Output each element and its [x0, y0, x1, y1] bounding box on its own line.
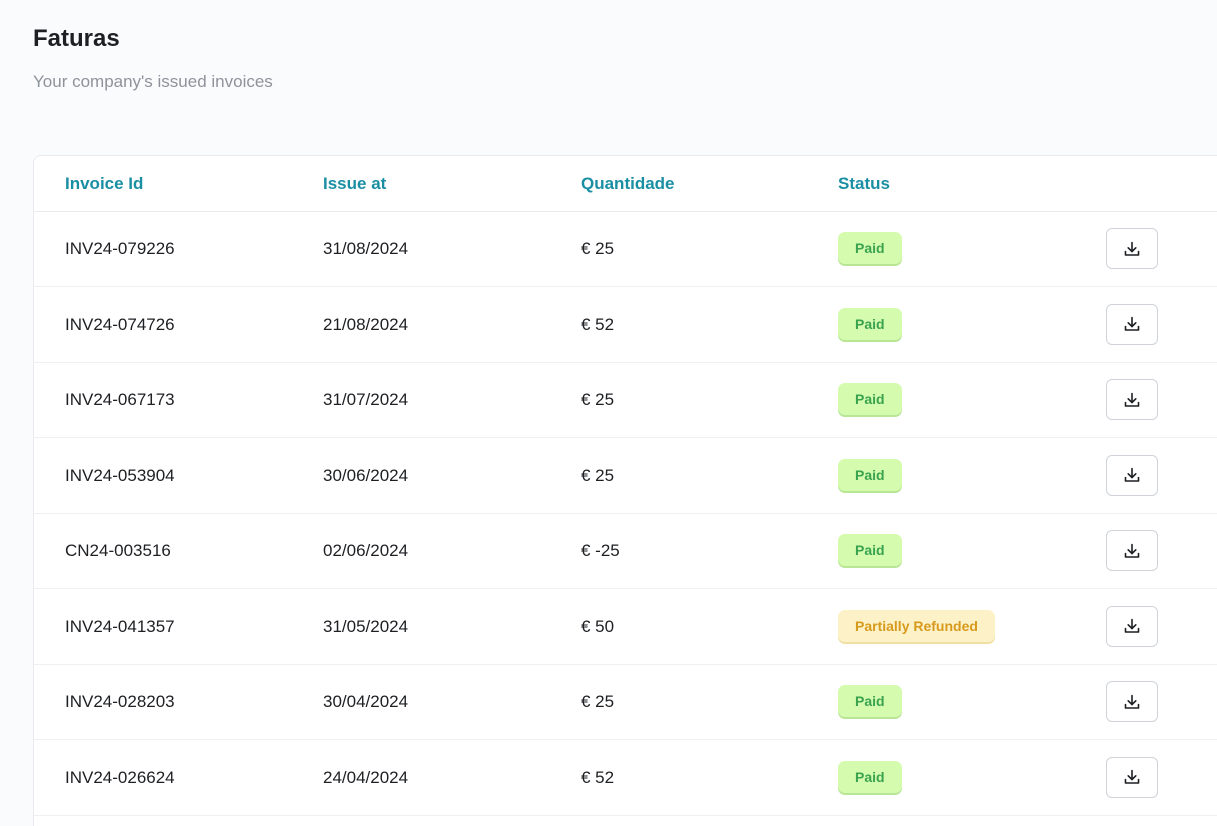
- table-row: INV24-067173 31/07/2024 € 25 Paid: [34, 362, 1217, 438]
- column-header-issue-at[interactable]: Issue at: [323, 156, 386, 211]
- download-button[interactable]: [1106, 303, 1158, 345]
- invoice-id: INV24-041357: [65, 616, 175, 636]
- issue-date: 21/08/2024: [323, 314, 409, 334]
- download-icon: [1123, 617, 1141, 635]
- table-row: CN24-003516 02/06/2024 € -25 Paid: [34, 513, 1217, 589]
- invoice-id: INV24-067173: [65, 390, 175, 409]
- invoice-amount: € 25: [581, 692, 615, 711]
- table-header: Invoice Id Issue at Quantidade Status: [34, 156, 1217, 212]
- download-button[interactable]: [1106, 756, 1158, 798]
- table-row: INV24-074726 21/08/2024 € 52 Paid: [34, 287, 1217, 363]
- page-title: Faturas: [33, 25, 120, 52]
- download-button[interactable]: [1106, 228, 1158, 269]
- column-header-invoice-id[interactable]: Invoice Id: [65, 156, 143, 211]
- issue-date: 24/04/2024: [323, 767, 409, 787]
- download-button[interactable]: [1106, 605, 1158, 647]
- invoice-amount: € 52: [581, 314, 615, 334]
- issue-date: 02/06/2024: [323, 541, 409, 560]
- invoice-id: INV24-026624: [65, 767, 175, 787]
- status-badge: Paid: [838, 760, 902, 793]
- invoice-amount: € 25: [581, 390, 615, 409]
- invoices-table: Invoice Id Issue at Quantidade Status IN…: [33, 155, 1217, 826]
- issue-date: 31/08/2024: [323, 239, 409, 258]
- invoice-amount: € 52: [581, 767, 615, 787]
- invoice-id: INV24-074726: [65, 314, 175, 334]
- invoice-amount: € 25: [581, 465, 615, 485]
- issue-date: 31/07/2024: [323, 390, 409, 409]
- table-row: INV24-041357 31/05/2024 € 50 Partially Refu…: [34, 589, 1217, 665]
- invoice-id: INV24-079226: [65, 239, 175, 258]
- download-icon: [1123, 240, 1141, 258]
- status-badge: Paid: [838, 534, 902, 566]
- invoice-amount: € -25: [581, 541, 620, 560]
- table-row: INV24-028203 30/04/2024 € 25 Paid: [34, 664, 1217, 740]
- invoice-id: CN24-003516: [65, 541, 171, 560]
- download-button[interactable]: [1106, 681, 1158, 722]
- download-icon: [1123, 542, 1141, 560]
- page-subtitle: Your company's issued invoices: [33, 72, 273, 91]
- invoice-amount: € 25: [581, 239, 615, 258]
- download-button[interactable]: [1106, 379, 1158, 420]
- table-row: INV24-079226 31/08/2024 € 25 Paid: [34, 211, 1217, 287]
- download-icon: [1123, 391, 1141, 409]
- invoice-amount: € 50: [581, 616, 615, 636]
- status-badge: Paid: [838, 458, 902, 491]
- download-icon: [1123, 466, 1141, 484]
- status-badge: Paid: [838, 307, 902, 340]
- invoice-id: INV24-028203: [65, 692, 175, 711]
- download-icon: [1123, 768, 1141, 786]
- column-header-amount[interactable]: Quantidade: [581, 156, 675, 211]
- status-badge: Paid: [838, 232, 902, 264]
- status-badge: Paid: [838, 383, 902, 415]
- download-button[interactable]: [1106, 454, 1158, 496]
- status-badge: Partially Refunded: [838, 609, 995, 642]
- issue-date: 31/05/2024: [323, 616, 409, 636]
- table-row: INV24-053904 30/06/2024 € 25 Paid: [34, 438, 1217, 514]
- status-badge: Paid: [838, 685, 902, 717]
- download-icon: [1123, 315, 1141, 333]
- invoices-page: Faturas Your company's issued invoices I…: [0, 0, 1217, 826]
- download-button[interactable]: [1106, 530, 1158, 571]
- column-header-status[interactable]: Status: [838, 156, 890, 211]
- issue-date: 30/04/2024: [323, 692, 409, 711]
- invoice-id: INV24-053904: [65, 465, 175, 485]
- table-row: INV24-026624 24/04/2024 € 52 Paid: [34, 740, 1217, 816]
- issue-date: 30/06/2024: [323, 465, 409, 485]
- download-icon: [1123, 693, 1141, 711]
